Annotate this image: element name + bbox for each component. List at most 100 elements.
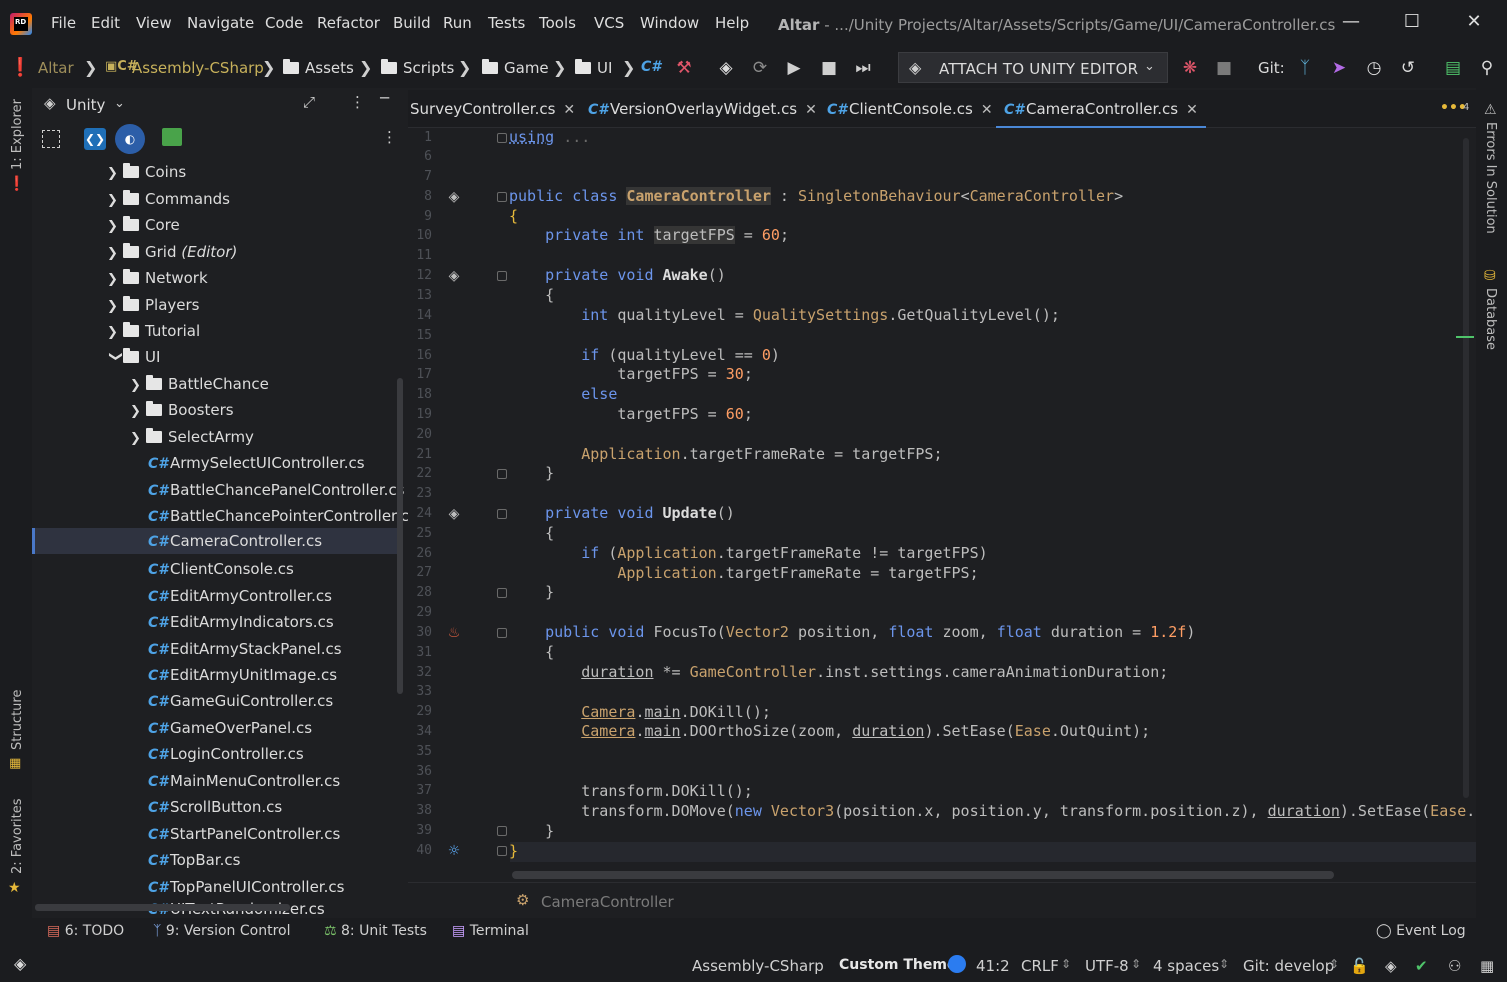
more-options-icon[interactable]: ⋮ — [350, 93, 365, 111]
code-editor[interactable]: 1 6 7 8 9 10 11 12 13 14 15 16 17 18 19 … — [408, 128, 1476, 880]
explorer-horizontal-scrollbar[interactable] — [35, 904, 290, 911]
breadcrumb-project[interactable]: Assembly-CSharp — [132, 59, 264, 77]
editor-vertical-scrollbar[interactable] — [1463, 138, 1469, 798]
close-window-icon[interactable]: ✕ — [1459, 8, 1489, 36]
unity-event-icon[interactable]: ◈ — [446, 189, 462, 205]
chevron-right-icon[interactable]: ❯ — [130, 399, 146, 425]
tree-file[interactable]: C# GameOverPanel.cs — [32, 715, 397, 741]
layers-icon[interactable]: ◈ — [14, 954, 26, 973]
menu-build[interactable]: Build — [393, 14, 431, 32]
explorer-tool-tab[interactable]: 1: Explorer — [10, 99, 25, 170]
collapse-all-icon[interactable]: ⤢ — [303, 93, 315, 111]
favorites-tool-tab[interactable]: 2: Favorites — [10, 798, 25, 874]
fold-marker-icon[interactable] — [497, 826, 507, 836]
tree-file[interactable]: C# BattleChancePanelController.cs — [32, 477, 405, 503]
tree-file[interactable]: C# TopBar.cs — [32, 847, 397, 873]
breadcrumb-ui[interactable]: UI — [575, 59, 612, 77]
unity-icon[interactable]: ◈ — [714, 56, 738, 80]
close-icon[interactable]: ✕ — [981, 102, 993, 118]
fold-marker-icon[interactable] — [497, 509, 507, 519]
status-encoding[interactable]: UTF-8 — [1085, 957, 1129, 975]
menu-tests[interactable]: Tests — [488, 14, 525, 32]
select-opened-file-icon[interactable] — [42, 130, 60, 148]
menu-run[interactable]: Run — [443, 14, 472, 32]
tree-file[interactable]: C# ClientConsole.cs — [32, 556, 397, 582]
rollback-icon[interactable]: ↺ — [1396, 56, 1420, 80]
tree-file-selected[interactable]: C# CameraController.cs — [32, 528, 397, 554]
vscode-icon[interactable]: ❮❯ — [84, 128, 106, 150]
close-icon[interactable]: ✕ — [805, 102, 817, 118]
tree-file[interactable]: C# EditArmyUnitImage.cs — [32, 662, 397, 688]
menu-code[interactable]: Code — [265, 14, 303, 32]
status-project[interactable]: Assembly-CSharp — [692, 957, 824, 975]
stop-icon[interactable]: ■ — [817, 56, 841, 80]
chevron-right-icon[interactable]: ❯ — [130, 426, 146, 452]
tree-file[interactable]: C# EditArmyController.cs — [32, 583, 397, 609]
tree-file[interactable]: C# StartPanelController.cs — [32, 821, 397, 847]
status-git-branch[interactable]: Git: develop — [1243, 957, 1334, 975]
fold-marker-icon[interactable] — [497, 846, 507, 856]
git-update-icon[interactable]: ᛉ — [1293, 56, 1317, 80]
step-icon[interactable]: ⏭ — [851, 56, 875, 80]
todo-tool-button[interactable]: ▤ 6: TODO — [47, 923, 124, 939]
explorer-view-selector[interactable]: Unity — [66, 96, 105, 114]
tree-folder-network[interactable]: ❯ Network — [32, 265, 397, 291]
menu-vcs[interactable]: VCS — [594, 14, 624, 32]
chevron-right-icon[interactable]: ❯ — [107, 188, 123, 214]
fold-marker-icon[interactable] — [497, 628, 507, 638]
play-icon[interactable]: ▶ — [782, 56, 806, 80]
hide-panel-icon[interactable]: ─ — [380, 89, 389, 107]
chevron-right-icon[interactable]: ❯ — [107, 214, 123, 240]
memory-indicator-icon[interactable]: ▦ — [1480, 957, 1494, 975]
tree-file[interactable]: C# GameGuiController.cs — [32, 688, 397, 714]
menu-refactor[interactable]: Refactor — [317, 14, 380, 32]
hot-path-icon[interactable]: ♨ — [446, 625, 462, 641]
menu-view[interactable]: View — [136, 14, 172, 32]
status-caret-position[interactable]: 41:2 — [976, 957, 1010, 975]
menu-help[interactable]: Help — [715, 14, 749, 32]
breadcrumb-scripts[interactable]: Scripts — [381, 59, 454, 77]
unity-event-icon[interactable]: ◈ — [446, 506, 462, 522]
close-icon[interactable]: ✕ — [563, 102, 575, 118]
maximize-icon[interactable]: ☐ — [1397, 8, 1427, 36]
chevron-right-icon[interactable]: ❯ — [107, 320, 123, 346]
tree-folder-boosters[interactable]: ❯ Boosters — [32, 397, 397, 423]
check-icon[interactable]: ✔ — [1415, 957, 1428, 975]
tab-cameracontroller[interactable]: C# CameraController.cs ✕ — [996, 90, 1206, 128]
tree-file[interactable]: C# EditArmyIndicators.cs — [32, 609, 397, 635]
fold-marker-icon[interactable] — [497, 469, 507, 479]
tree-folder-battlechance[interactable]: ❯ BattleChance — [32, 371, 397, 397]
search-icon[interactable]: ⚲ — [1475, 56, 1499, 80]
more-options-icon[interactable]: ⋮ — [382, 128, 397, 146]
version-control-tool-button[interactable]: ᛉ 9: Version Control — [153, 923, 290, 939]
tree-file[interactable]: C# BattleChancePointerController.cs — [32, 503, 417, 529]
menu-tools[interactable]: Tools — [539, 14, 576, 32]
structure-tool-tab[interactable]: Structure — [10, 690, 25, 750]
close-icon[interactable]: ✕ — [1186, 102, 1198, 118]
editor-breadcrumb[interactable]: CameraController — [541, 893, 674, 911]
editor-horizontal-scrollbar[interactable] — [512, 871, 1334, 879]
tree-file[interactable]: C# EditArmyStackPanel.cs — [32, 636, 397, 662]
tab-clientconsole[interactable]: C# ClientConsole.cs ✕ — [827, 90, 993, 128]
tree-folder-tutorial[interactable]: ❯ Tutorial — [32, 318, 397, 344]
terminal-icon[interactable]: ▤ — [1441, 56, 1465, 80]
tree-file[interactable]: C# ScrollButton.cs — [32, 794, 397, 820]
lightbulb-icon[interactable]: ☼ — [446, 843, 462, 859]
event-log-button[interactable]: ◯ Event Log — [1376, 923, 1466, 939]
fold-marker-icon[interactable] — [497, 588, 507, 598]
fold-marker-icon[interactable] — [497, 271, 507, 281]
menu-file[interactable]: File — [51, 14, 76, 32]
tab-surveycontroller[interactable]: SurveyController.cs ✕ — [410, 90, 575, 128]
tree-file[interactable]: C# ArmySelectUIController.cs — [32, 450, 397, 476]
status-theme[interactable]: Custom Theme — [839, 957, 956, 973]
terminal-tool-button[interactable]: ▤ Terminal — [452, 923, 529, 939]
explorer-vertical-scrollbar[interactable] — [397, 378, 403, 694]
tree-folder-core[interactable]: ❯ Core — [32, 212, 397, 238]
tree-file[interactable]: C# LoginController.cs — [32, 741, 397, 767]
chevron-right-icon[interactable]: ❯ — [107, 294, 123, 320]
refresh-icon[interactable]: ⟳ — [748, 56, 772, 80]
breadcrumb-solution[interactable]: Altar — [38, 59, 74, 77]
show-files-icon[interactable]: ◐ — [115, 124, 145, 154]
tab-versionoverlaywidget[interactable]: C# VersionOverlayWidget.cs ✕ — [588, 90, 817, 128]
database-tool-tab[interactable]: Database — [1483, 288, 1498, 350]
